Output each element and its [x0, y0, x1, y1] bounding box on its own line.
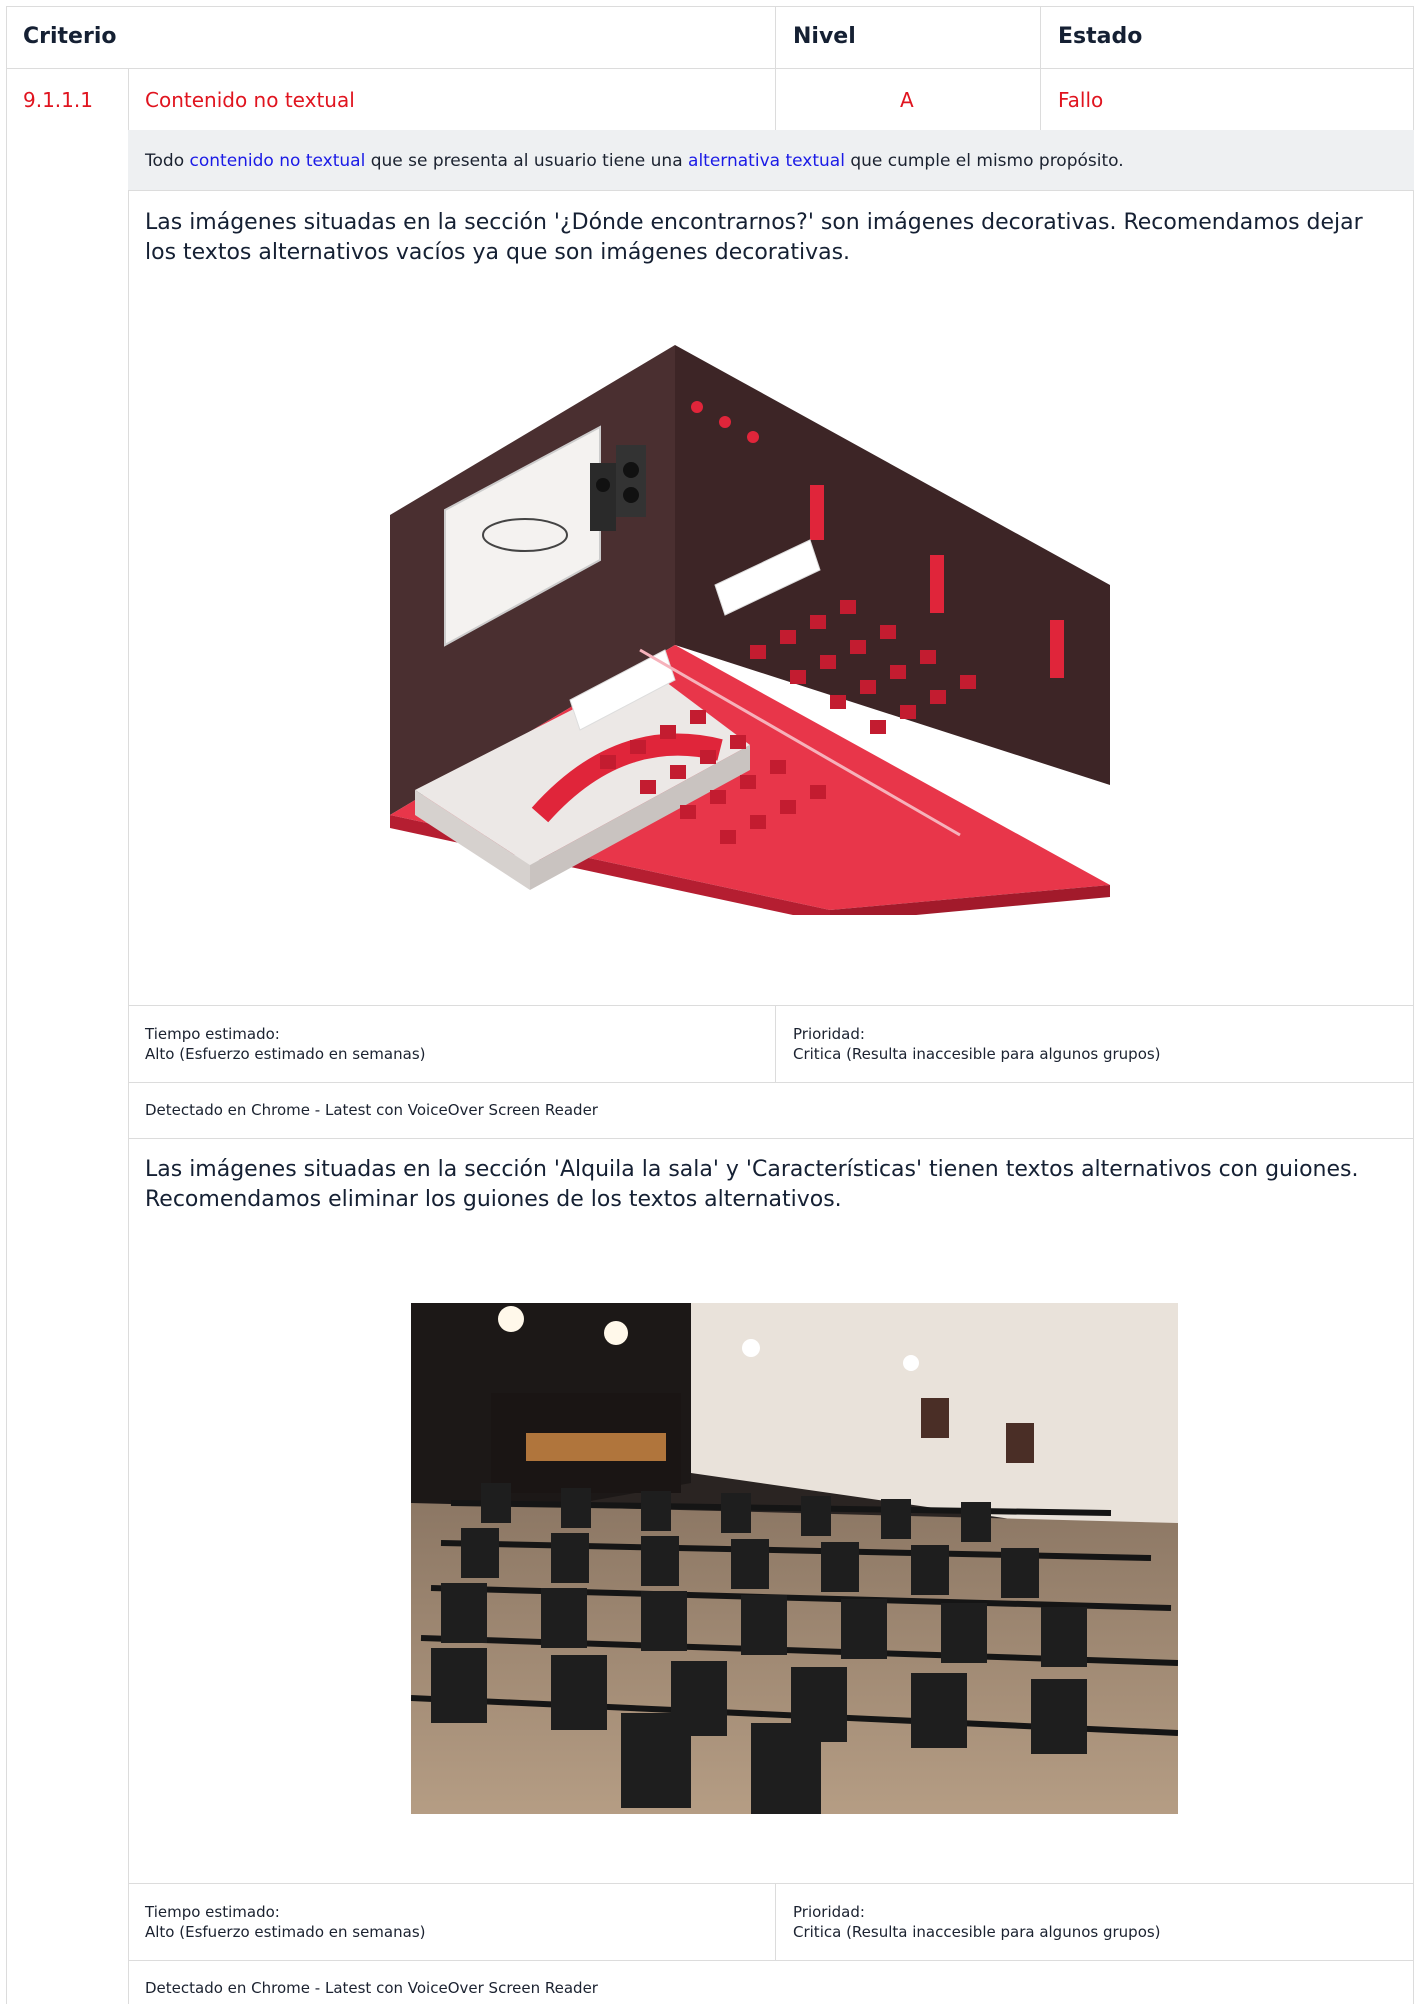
criterion-status: Fallo [1058, 88, 1104, 112]
estimated-time-value: Alto (Esfuerzo estimado en semanas) [145, 1045, 426, 1063]
link-alternativa-textual[interactable]: alternativa textual [688, 151, 845, 171]
estimated-time-label: Tiempo estimado: [145, 1903, 280, 1921]
priority-label: Prioridad: [793, 1903, 865, 1921]
detected-environment: Detectado en Chrome - Latest con VoiceOv… [145, 1101, 598, 1119]
description-text: que se presenta al usuario tiene una [365, 151, 689, 171]
priority-value: Critica (Resulta inaccesible para alguno… [793, 1045, 1161, 1063]
detected-environment: Detectado en Chrome - Latest con VoiceOv… [145, 1979, 598, 1997]
description-text: que cumple el mismo propósito. [844, 151, 1124, 171]
table-border-top [6, 6, 1414, 7]
table-border-right [1413, 6, 1414, 2004]
row-divider [128, 1883, 1414, 1884]
row-divider [128, 1138, 1414, 1139]
estimated-time-label: Tiempo estimado: [145, 1025, 280, 1043]
header-estado: Estado [1058, 24, 1143, 49]
header-nivel: Nivel [793, 24, 856, 49]
event-hall-chairs-photo [411, 1303, 1178, 1814]
row-divider [128, 1082, 1414, 1083]
priority-value: Critica (Resulta inaccesible para alguno… [793, 1923, 1161, 1941]
description-text: Todo [145, 151, 190, 171]
estimated-time-value: Alto (Esfuerzo estimado en semanas) [145, 1923, 426, 1941]
link-contenido-no-textual[interactable]: contenido no textual [190, 151, 366, 171]
header-criterio: Criterio [23, 24, 117, 49]
row-divider [128, 1005, 1414, 1006]
isometric-conference-room-illustration [390, 345, 1110, 915]
column-divider [775, 1883, 776, 1960]
column-divider [1040, 6, 1041, 130]
header-divider [6, 68, 1414, 69]
criterion-name: Contenido no textual [145, 88, 355, 112]
criterion-id: 9.1.1.1 [23, 88, 93, 112]
column-divider [128, 68, 129, 2004]
column-divider [775, 1005, 776, 1082]
criterion-level: A [900, 88, 914, 112]
criterion-description: Todo contenido no textual que se present… [145, 151, 1124, 171]
priority-label: Prioridad: [793, 1025, 865, 1043]
row-divider [128, 1960, 1414, 1961]
row-divider [128, 190, 1414, 191]
issue-text: Las imágenes situadas en la sección 'Alq… [145, 1157, 1359, 1212]
issue-text: Las imágenes situadas en la sección '¿Dó… [145, 210, 1363, 265]
column-divider [775, 6, 776, 130]
